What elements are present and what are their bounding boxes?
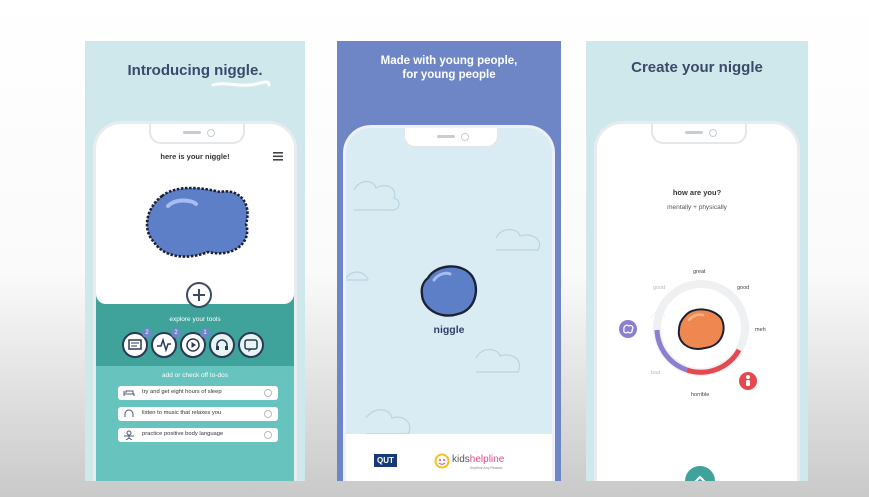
person-icon [746,375,750,386]
question-subtitle: mentally + physically [667,204,727,211]
todo-checkbox[interactable] [264,431,272,439]
todo-checkbox[interactable] [264,389,272,397]
mood-label-bad[interactable]: bad [651,370,660,376]
plus-icon [193,289,205,301]
physical-toggle[interactable] [739,372,757,390]
chat-icon [128,339,142,350]
todo-item[interactable]: try and get eight hours of sleep [118,386,278,400]
screen-header: here is your niggle! [160,152,230,161]
headphones-icon [216,339,228,350]
smiley-icon [434,453,450,469]
headphones-icon [124,409,134,417]
mental-toggle[interactable] [619,320,637,338]
bed-icon [123,390,135,396]
mood-label-good[interactable]: good [737,285,749,291]
title-line-1: Made with young people, [380,55,518,67]
phone-notch [149,124,245,144]
tool-play-button[interactable]: 1 [180,328,210,358]
phone-frame: here is your niggle! explore your tools … [93,121,297,481]
screenshot-introducing: Introducing niggle. here is your niggle!… [85,41,305,481]
niggle-blob[interactable] [418,262,480,320]
phone-frame: niggle QUT kidshelpline Anytime Any Reas… [343,125,555,481]
mood-label-great[interactable]: great [693,269,706,275]
todo-heading: add or check off to-dos [161,372,228,379]
niggle-blob[interactable] [142,182,254,262]
tool-badge: 2 [142,328,152,338]
play-icon [186,338,200,352]
niggle-label: niggle [433,324,465,336]
person-icon [124,430,134,440]
tool-badge: 2 [171,328,181,338]
phone-frame: how are you? mentally + physically great… [594,121,800,481]
mood-label-good-left[interactable]: good [653,285,665,291]
tools-label: explore your tools [169,316,221,323]
brain-icon [623,324,634,334]
todo-section [96,366,294,481]
activity-icon [157,337,171,353]
panel-title: Made with young people, for young people [337,54,561,82]
todo-text: practice positive body language [142,431,224,437]
underline-scribble [211,80,271,87]
kidshelpline-logo: kidshelpline [452,454,505,465]
question-text: how are you? [672,188,722,197]
screenshot-made-with-young-people: Made with young people, for young people… [337,41,561,481]
title-line-2: for young people [402,69,496,81]
chevron-up-icon [694,475,706,481]
hamburger-menu-icon[interactable] [273,152,283,161]
tool-activity-button[interactable]: 2 [151,328,181,358]
todo-text: listen to music that relaxes you [142,410,222,416]
message-icon [244,339,258,352]
todo-item[interactable]: practice positive body language [118,428,278,442]
add-button[interactable] [186,282,212,308]
phone-notch [651,124,747,144]
todo-text: try and get eight hours of sleep [142,389,222,395]
panel-title: Introducing niggle. [127,62,263,79]
niggle-blob[interactable] [675,306,727,354]
mood-label-meh[interactable]: meh [755,327,766,333]
tool-badge: 1 [200,328,210,338]
mood-label-horrible[interactable]: horrible [691,392,709,398]
todo-checkbox[interactable] [264,410,272,418]
kidshelpline-tagline: Anytime Any Reason [470,466,503,470]
screenshot-create-your-niggle: Create your niggle how are you? mentally… [586,41,808,481]
qut-logo: QUT [374,454,397,467]
panel-title: Create your niggle [631,59,763,76]
tool-headphones-button[interactable] [209,332,235,358]
todo-item[interactable]: listen to music that relaxes you [118,407,278,421]
tool-message-button[interactable] [238,332,264,358]
phone-notch [403,128,499,148]
tool-chat-button[interactable]: 2 [122,328,152,358]
next-button[interactable] [685,466,715,481]
